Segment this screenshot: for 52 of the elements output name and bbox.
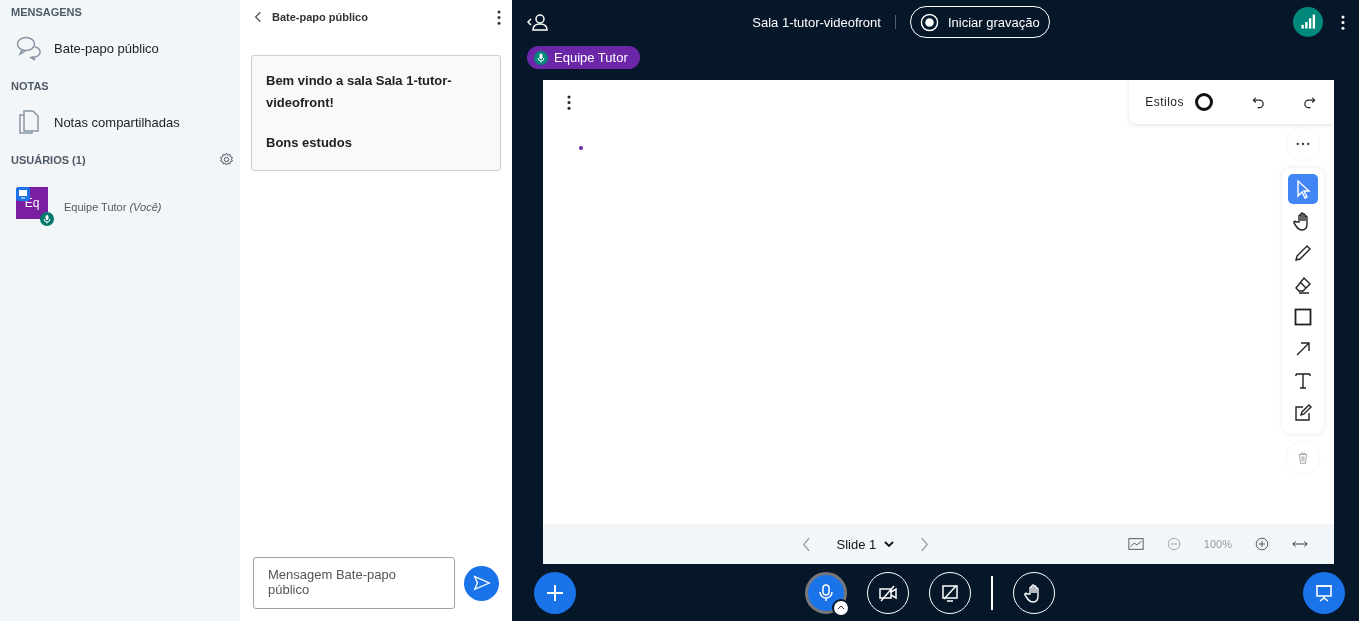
zoom-level: 100% [1203,538,1232,550]
user-list-toggle-icon[interactable] [527,13,549,31]
plus-icon [545,582,565,603]
stroke-circle-icon[interactable] [1194,92,1214,112]
user-name: Equipe Tutor (Você) [64,200,162,213]
slide-selector[interactable]: Slide 1 [830,535,901,553]
square-icon [1293,307,1313,327]
microphone-button[interactable] [804,571,847,614]
settings-icon[interactable] [219,152,234,167]
redo-icon[interactable] [1303,95,1316,109]
add-button[interactable] [534,571,576,614]
screen-share-off-icon [939,582,960,603]
styles-label[interactable]: Estilos [1145,95,1184,109]
previous-slide-icon[interactable] [801,536,811,552]
presentation-button[interactable] [1303,571,1345,614]
connection-status-icon[interactable] [1293,7,1323,37]
microphone-icon [534,50,548,65]
section-heading: MENSAGENS [11,6,83,18]
room-title: Sala 1-tutor-videofront [752,14,881,30]
more-icon [1296,142,1310,146]
next-slide-icon[interactable] [920,536,930,552]
public-chat-item[interactable]: Bate-papo público [16,28,234,68]
eraser-icon [1293,275,1313,295]
shared-notes-item[interactable]: Notas compartilhadas [16,102,234,142]
pen-dot [579,146,583,150]
chat-bubbles-icon [16,35,42,61]
more-options-icon[interactable] [1341,14,1345,30]
pencil-icon [1293,243,1313,263]
record-icon [919,12,939,32]
text-icon [1293,371,1313,391]
talking-indicator: Equipe Tutor [527,46,640,69]
more-options-icon[interactable] [497,9,501,25]
trash-icon [1297,452,1309,464]
welcome-text: Bem vindo a sala Sala 1-tutor-videofront! [266,72,453,112]
select-tool-button[interactable] [1288,174,1318,204]
send-button[interactable] [464,565,499,601]
message-input-field[interactable]: Mensagem Bate-papo público [253,557,455,609]
chevron-left-icon[interactable] [254,10,262,24]
caret-icon[interactable] [831,598,850,617]
undo-icon[interactable] [1252,95,1265,109]
section-heading: NOTAS [11,80,50,92]
presentation-icon [1314,582,1334,603]
send-icon [472,574,491,592]
whiteboard-canvas[interactable]: Estilos [543,80,1334,524]
section-heading: USUÁRIOS (1) [11,153,86,166]
more-options-icon[interactable] [567,95,571,110]
chat-title: Bate-papo público [272,11,369,23]
caret-icon [884,541,895,547]
chart-icon[interactable] [1127,537,1144,551]
welcome-text: Bons estudos [266,134,353,152]
documents-icon [16,109,42,135]
zoom-in-icon[interactable] [1254,537,1270,551]
